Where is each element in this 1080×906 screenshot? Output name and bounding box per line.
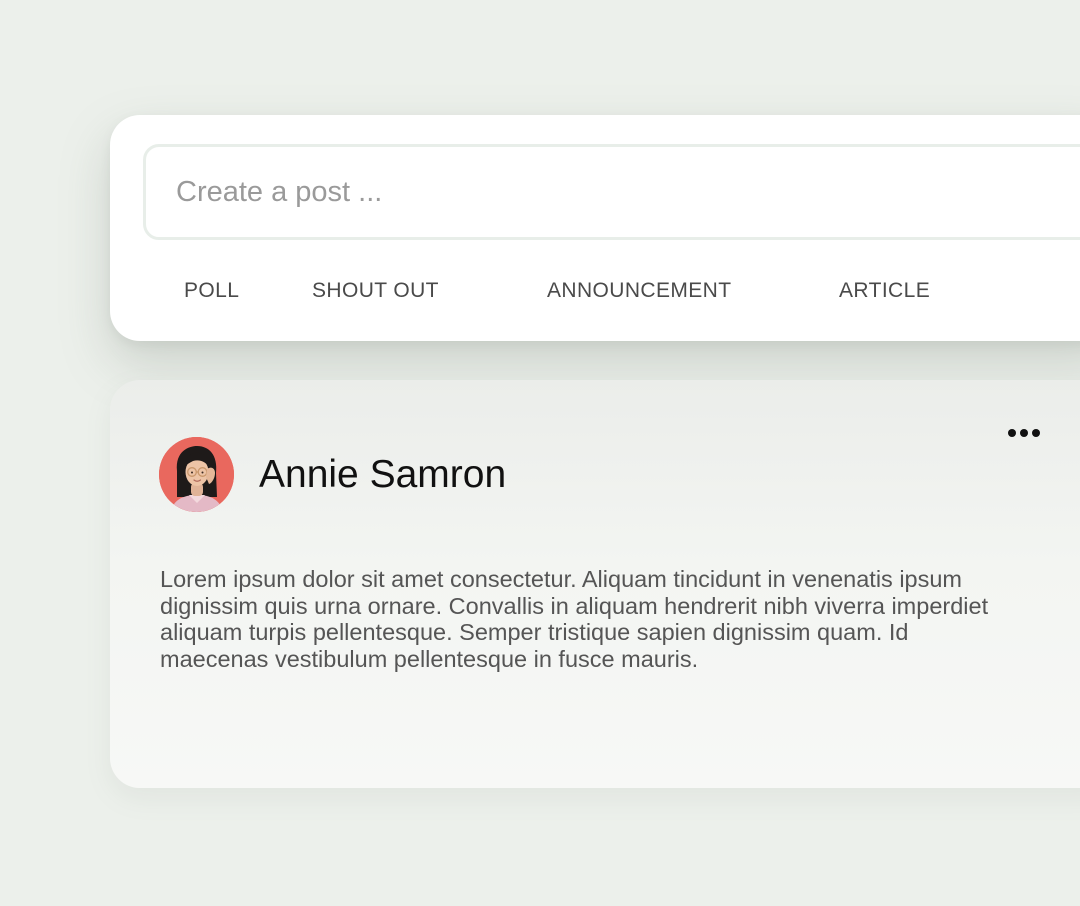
- author-name[interactable]: Annie Samron: [259, 453, 506, 497]
- post-card: Annie Samron Lorem ipsum dolor sit amet …: [110, 380, 1080, 788]
- post-type-announcement[interactable]: ANNOUNCEMENT: [547, 279, 731, 303]
- post-type-article[interactable]: ARTICLE: [839, 279, 930, 303]
- post-type-shout-out[interactable]: SHOUT OUT: [312, 279, 439, 303]
- post-type-bar: POLL SHOUT OUT ANNOUNCEMENT ARTICLE: [110, 279, 1080, 305]
- more-dot: [1020, 429, 1028, 437]
- more-dot: [1008, 429, 1016, 437]
- post-body-text: Lorem ipsum dolor sit amet consectetur. …: [160, 566, 989, 672]
- page: POLL SHOUT OUT ANNOUNCEMENT ARTICLE: [0, 0, 1080, 906]
- more-dot: [1032, 429, 1040, 437]
- avatar[interactable]: [159, 437, 234, 512]
- more-horizontal-icon[interactable]: [1004, 418, 1044, 448]
- post-composer-card: POLL SHOUT OUT ANNOUNCEMENT ARTICLE: [110, 115, 1080, 341]
- post-type-poll[interactable]: POLL: [184, 279, 239, 303]
- create-post-input[interactable]: [143, 144, 1080, 240]
- avatar-portrait-icon: [159, 437, 234, 512]
